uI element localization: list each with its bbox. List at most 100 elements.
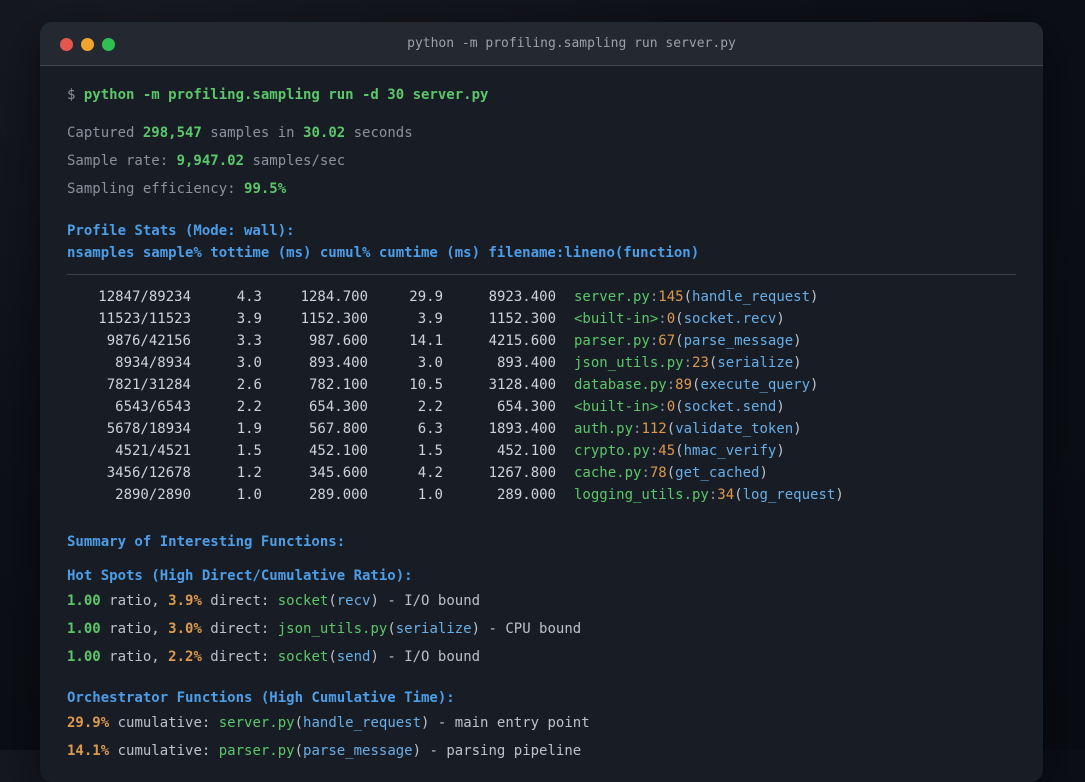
cell-location: auth.py:112(validate_token) bbox=[556, 418, 1016, 440]
cell-nsamples: 8934/8934 bbox=[115, 355, 191, 371]
table-row: 2890/2890 1.0 289.000 1.0 289.000 logging_uti… bbox=[67, 484, 1016, 506]
close-paren: ) bbox=[412, 743, 422, 759]
cumulative-label: cumulative: bbox=[109, 715, 219, 731]
hot-spot-item: 1.00 ratio, 3.0% direct: json_utils.py(s… bbox=[67, 618, 1016, 640]
ratio-label: ratio, bbox=[100, 621, 169, 637]
orchestrator-item: 29.9% cumulative: server.py(handle_reque… bbox=[67, 712, 1016, 734]
open-paren: ( bbox=[675, 443, 684, 459]
terminal-window: python -m profiling.sampling run server.… bbox=[40, 22, 1043, 782]
cell-location: parser.py:67(parse_message) bbox=[556, 330, 1016, 352]
open-paren: ( bbox=[387, 621, 396, 637]
open-paren: ( bbox=[675, 311, 684, 327]
open-paren: ( bbox=[675, 399, 684, 415]
file-name: crypto.py bbox=[574, 443, 650, 459]
ratio-label: ratio, bbox=[100, 593, 169, 609]
captured-mid-label: samples in bbox=[201, 125, 304, 141]
cell-cumul-pct: 6.3 bbox=[417, 421, 443, 437]
open-paren: ( bbox=[328, 649, 337, 665]
ratio-label: ratio, bbox=[100, 649, 169, 665]
command-text: python -m profiling.sampling run -d 30 s… bbox=[83, 87, 489, 103]
function-name: serialize bbox=[395, 621, 472, 637]
cell-location: crypto.py:45(hmac_verify) bbox=[556, 440, 1016, 462]
sample-rate-line: Sample rate: 9,947.02 samples/sec bbox=[67, 150, 1016, 172]
line-number: 145 bbox=[658, 289, 684, 305]
file-name: server.py bbox=[574, 289, 650, 305]
cell-tottime: 289.000 bbox=[308, 487, 368, 503]
cell-sample-pct: 4.3 bbox=[236, 289, 262, 305]
close-paren: ) bbox=[759, 465, 768, 481]
cell-tottime: 987.600 bbox=[308, 333, 368, 349]
open-paren: ( bbox=[666, 421, 676, 437]
table-row: 4521/4521 1.5 452.100 1.5 452.100 crypto.py:4… bbox=[67, 440, 1016, 462]
direct-pct-value: 2.2% bbox=[168, 649, 202, 665]
cell-cumtime: 1152.300 bbox=[488, 311, 556, 327]
cell-nsamples: 7821/31284 bbox=[106, 377, 191, 393]
colon: : bbox=[666, 377, 676, 393]
close-paren: ) bbox=[370, 593, 379, 609]
line-number: 0 bbox=[666, 399, 676, 415]
cell-location: cache.py:78(get_cached) bbox=[556, 462, 1016, 484]
cell-tottime: 1284.700 bbox=[300, 289, 368, 305]
direct-pct-value: 3.9% bbox=[168, 593, 202, 609]
cell-tottime: 782.100 bbox=[308, 377, 368, 393]
file-name: socket bbox=[277, 649, 329, 665]
cell-cumul-pct: 3.9 bbox=[417, 311, 443, 327]
cell-nsamples: 3456/12678 bbox=[106, 465, 191, 481]
line-number: 78 bbox=[649, 465, 667, 481]
entry-note: - main entry point bbox=[429, 715, 590, 731]
close-paren: ) bbox=[776, 399, 785, 415]
file-name: auth.py bbox=[574, 421, 634, 437]
line-number: 112 bbox=[641, 421, 667, 437]
command-line: $ python -m profiling.sampling run -d 30… bbox=[67, 84, 1016, 106]
cell-cumul-pct: 14.1 bbox=[409, 333, 443, 349]
captured-line: Captured 298,547 samples in 30.02 second… bbox=[67, 122, 1016, 144]
cell-cumul-pct: 2.2 bbox=[417, 399, 443, 415]
function-name: get_cached bbox=[675, 465, 760, 481]
window-title: python -m profiling.sampling run server.… bbox=[407, 36, 736, 51]
cell-cumul-pct: 3.0 bbox=[417, 355, 443, 371]
cell-nsamples: 2890/2890 bbox=[115, 487, 191, 503]
cell-sample-pct: 3.0 bbox=[236, 355, 262, 371]
file-name: parser.py bbox=[574, 333, 650, 349]
direct-label: direct: bbox=[201, 649, 278, 665]
file-name: server.py bbox=[218, 715, 295, 731]
direct-label: direct: bbox=[201, 621, 278, 637]
close-paren: ) bbox=[810, 377, 819, 393]
profile-table: 12847/89234 4.3 1284.700 29.9 8923.400 server… bbox=[67, 286, 1016, 506]
cell-tottime: 567.800 bbox=[308, 421, 368, 437]
file-name: socket bbox=[277, 593, 329, 609]
function-name: hmac_verify bbox=[683, 443, 777, 459]
file-name: <built-in> bbox=[574, 311, 659, 327]
cell-cumtime: 893.400 bbox=[496, 355, 556, 371]
cell-nsamples: 11523/11523 bbox=[98, 311, 191, 327]
table-separator bbox=[67, 274, 1016, 275]
efficiency-line: Sampling efficiency: 99.5% bbox=[67, 178, 1016, 200]
profile-stats-heading: Profile Stats (Mode: wall): bbox=[67, 223, 295, 239]
cell-cumtime: 1893.400 bbox=[488, 421, 556, 437]
close-paren: ) bbox=[793, 421, 802, 437]
table-row: 7821/31284 2.6 782.100 10.5 3128.400 database… bbox=[67, 374, 1016, 396]
cell-sample-pct: 1.0 bbox=[236, 487, 262, 503]
cumulative-label: cumulative: bbox=[109, 743, 219, 759]
cell-sample-pct: 1.2 bbox=[236, 465, 262, 481]
line-number: 67 bbox=[658, 333, 676, 349]
function-name: serialize bbox=[717, 355, 794, 371]
direct-pct-value: 3.0% bbox=[168, 621, 202, 637]
cell-sample-pct: 3.9 bbox=[236, 311, 262, 327]
cell-sample-pct: 3.3 bbox=[236, 333, 262, 349]
function-name: parse_message bbox=[303, 743, 413, 759]
close-paren: ) bbox=[471, 621, 481, 637]
cell-location: logging_utils.py:34(log_request) bbox=[556, 484, 1016, 506]
ratio-value: 1.00 bbox=[67, 593, 101, 609]
direct-label: direct: bbox=[201, 593, 278, 609]
ratio-value: 1.00 bbox=[67, 621, 101, 637]
captured-label: Captured bbox=[67, 125, 143, 141]
cell-tottime: 1152.300 bbox=[300, 311, 368, 327]
captured-duration-value: 30.02 bbox=[303, 125, 346, 141]
file-name: json_utils.py bbox=[277, 621, 388, 637]
cell-sample-pct: 1.9 bbox=[236, 421, 262, 437]
file-name: cache.py bbox=[574, 465, 642, 481]
table-row: 6543/6543 2.2 654.300 2.2 654.300 <built-in>:… bbox=[67, 396, 1016, 418]
cell-nsamples: 9876/42156 bbox=[106, 333, 191, 349]
file-name: json_utils.py bbox=[574, 355, 684, 371]
